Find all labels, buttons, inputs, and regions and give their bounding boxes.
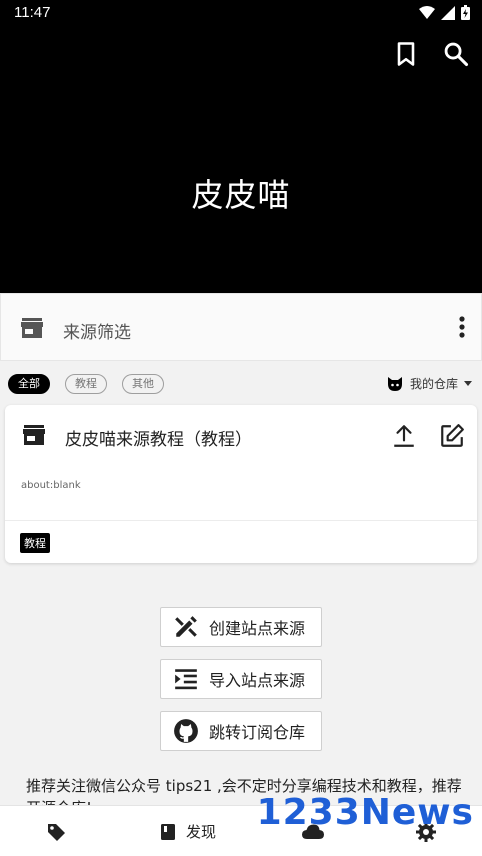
- subscribe-repo-button[interactable]: 跳转订阅仓库: [160, 711, 322, 751]
- search-icon[interactable]: [442, 40, 470, 68]
- page-title: 皮皮喵: [191, 176, 291, 214]
- edit-icon[interactable]: [439, 423, 465, 449]
- nav-tag[interactable]: [46, 806, 66, 856]
- status-icons: [419, 5, 470, 20]
- watermark-logo: 1233News: [256, 792, 474, 833]
- upload-icon[interactable]: [391, 423, 417, 449]
- chip-tutorial[interactable]: 教程: [65, 374, 107, 394]
- signal-icon: [441, 5, 455, 20]
- nav-discover[interactable]: 发现: [160, 806, 216, 856]
- subscribe-repo-label: 跳转订阅仓库: [209, 723, 306, 742]
- card-tag: 教程: [20, 533, 50, 553]
- filter-label: 来源筛选: [63, 323, 131, 343]
- github-cat-icon: [387, 376, 402, 391]
- create-source-button[interactable]: 创建站点来源: [160, 607, 322, 647]
- card-url: about:blank: [21, 480, 81, 491]
- book-icon: [161, 823, 175, 840]
- bookmark-icon[interactable]: [392, 40, 420, 68]
- import-list-icon: [175, 669, 197, 690]
- github-icon: [174, 719, 198, 743]
- chevron-down-icon: [464, 381, 472, 386]
- source-card[interactable]: 皮皮喵来源教程（教程） about:blank 教程: [5, 405, 477, 563]
- chip-all[interactable]: 全部: [8, 374, 50, 394]
- chip-other[interactable]: 其他: [122, 374, 164, 394]
- my-repo-dropdown[interactable]: 我的仓库: [386, 375, 472, 392]
- category-chips: 全部 教程 其他 我的仓库: [0, 370, 482, 398]
- source-filter-bar[interactable]: 来源筛选: [0, 293, 482, 361]
- tag-icon: [48, 823, 65, 841]
- card-divider: [5, 520, 477, 521]
- app-header: 11:47 皮皮喵: [0, 0, 482, 293]
- import-source-label: 导入站点来源: [209, 671, 306, 690]
- more-options-icon[interactable]: [459, 316, 465, 338]
- repo-label: 我的仓库: [409, 377, 458, 391]
- status-bar: 11:47: [0, 0, 482, 28]
- header-actions: [392, 40, 470, 68]
- card-actions: [391, 423, 465, 449]
- import-source-button[interactable]: 导入站点来源: [160, 659, 322, 699]
- store-icon: [23, 425, 45, 445]
- status-time: 11:47: [14, 4, 51, 21]
- card-title: 皮皮喵来源教程（教程）: [65, 430, 252, 450]
- nav-discover-label: 发现: [186, 823, 217, 841]
- create-source-label: 创建站点来源: [209, 619, 306, 638]
- battery-icon: [461, 5, 470, 20]
- store-icon: [21, 318, 43, 338]
- wifi-icon: [419, 5, 435, 19]
- tools-icon: [175, 616, 197, 637]
